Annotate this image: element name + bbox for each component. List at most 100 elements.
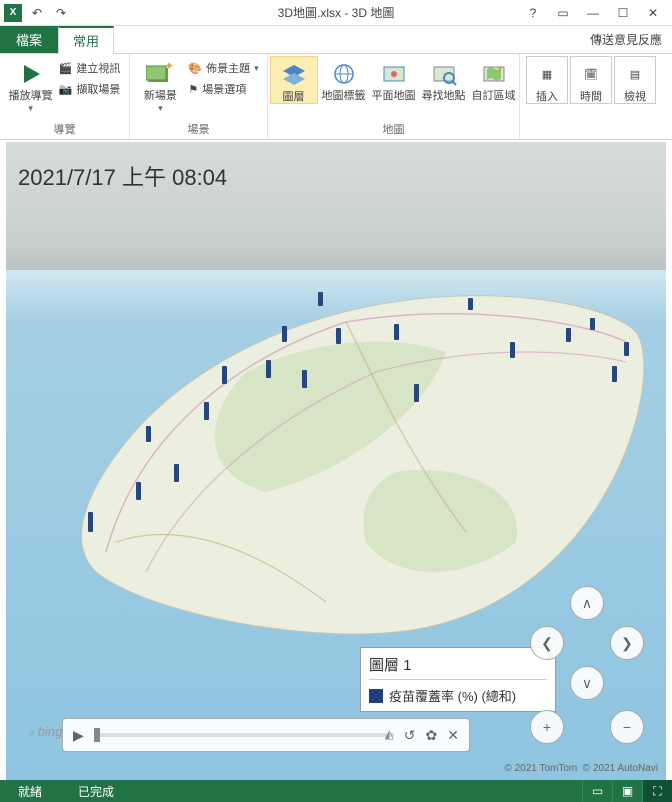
layer-button[interactable]: 圖層 [270, 56, 318, 104]
zoom-in-button[interactable]: + [530, 710, 564, 744]
custom-region-button[interactable]: + 自訂區域 [470, 56, 518, 102]
island-shape [46, 292, 656, 642]
feedback-link[interactable]: 傳送意見反應 [580, 26, 672, 53]
tab-file[interactable]: 檔案 [0, 26, 58, 53]
excel-logo-icon: X [4, 4, 22, 22]
legend-item: 疫苗覆蓋率 (%) (總和) [369, 686, 547, 705]
tilt-down-button[interactable]: ∨ [570, 666, 604, 700]
find-location-label: 尋找地點 [422, 90, 466, 102]
data-bar [266, 360, 271, 378]
svg-text:+: + [497, 64, 503, 75]
globe-label-icon [329, 60, 359, 88]
insert-button[interactable]: ▦ 插入 [526, 56, 568, 104]
timeline-thumb[interactable] [94, 728, 100, 742]
find-location-button[interactable]: 尋找地點 [420, 56, 468, 102]
time-label: 時間 [580, 91, 602, 103]
data-bar [222, 366, 227, 384]
data-bar [204, 402, 209, 420]
undo-button[interactable]: ↶ [28, 4, 46, 22]
insert-label: 插入 [536, 91, 558, 103]
data-bar [318, 292, 323, 306]
theme-icon: 🎨 [188, 62, 202, 75]
status-bar: 就緒 已完成 ▭ ▣ ⛶ [0, 780, 672, 802]
time-button[interactable]: 🗓 時間 [570, 56, 612, 104]
camera-icon: 📷 [59, 83, 73, 96]
chevron-down-icon: ▾ [28, 104, 33, 114]
view-mode-3-button[interactable]: ⛶ [642, 780, 672, 802]
region-icon: + [479, 60, 509, 88]
data-bar [566, 328, 571, 342]
create-video-button[interactable]: 🎬 建立視訊 [57, 59, 123, 77]
legend-panel[interactable]: ◢ 圖層 1 疫苗覆蓋率 (%) (總和) [360, 647, 556, 712]
view-label: 檢視 [624, 91, 646, 103]
ribbon-tabs: 檔案 常用 傳送意見反應 [0, 26, 672, 54]
data-bar [136, 482, 141, 500]
flat-map-label: 平面地圖 [372, 90, 416, 102]
new-scene-label: 新場景 [144, 90, 177, 102]
timeline-settings-button[interactable]: ✿ [426, 727, 438, 744]
chevron-down-icon: ▾ [158, 104, 163, 114]
tilt-up-button[interactable]: ∧ [570, 586, 604, 620]
scene-options-button[interactable]: ⚑ 場景選項 [186, 80, 260, 98]
capture-scene-button[interactable]: 📷 擷取場景 [57, 80, 123, 98]
rotate-right-button[interactable]: ❯ [610, 626, 644, 660]
view-mode-2-button[interactable]: ▣ [612, 780, 642, 802]
map-labels-button[interactable]: 地圖標籤 [320, 56, 368, 102]
new-scene-icon: ✦ [145, 60, 175, 88]
timeline-track[interactable]: ◭ [94, 733, 394, 737]
timestamp-label: 2021/7/17 上午 08:04 [18, 160, 227, 192]
ribbon-options-button[interactable]: ▭ [552, 4, 574, 22]
data-bar [336, 328, 341, 344]
capture-scene-label: 擷取場景 [76, 81, 120, 97]
custom-region-label: 自訂區域 [472, 90, 516, 102]
data-bar [174, 464, 179, 482]
group-label-map: 地圖 [274, 121, 513, 139]
timeline-close-button[interactable]: ✕ [447, 727, 459, 744]
tab-home[interactable]: 常用 [58, 26, 114, 54]
view-button[interactable]: ▤ 檢視 [614, 56, 656, 104]
status-done: 已完成 [60, 783, 132, 800]
rotate-left-button[interactable]: ❮ [530, 626, 564, 660]
find-icon [429, 60, 459, 88]
close-button[interactable]: ✕ [642, 4, 664, 22]
flat-map-icon [379, 60, 409, 88]
view-icon: ▤ [620, 61, 650, 89]
flat-map-button[interactable]: 平面地圖 [370, 56, 418, 102]
options-icon: ⚑ [188, 83, 198, 96]
redo-button[interactable]: ↷ [52, 4, 70, 22]
play-tour-button[interactable]: 播放導覽 ▾ [7, 56, 55, 114]
data-bar [510, 342, 515, 358]
status-ready: 就緒 [0, 783, 60, 800]
scene-theme-label: 佈景主題 [206, 60, 250, 76]
title-bar: X ↶ ↷ 3D地圖.xlsx - 3D 地圖 ? ▭ ― ☐ ✕ [0, 0, 672, 26]
scene-theme-button[interactable]: 🎨 佈景主題▾ [186, 59, 260, 77]
video-icon: 🎬 [59, 62, 73, 75]
play-icon [16, 60, 46, 88]
timeline-control: ▶ ◭ ↺ ✿ ✕ [62, 718, 470, 752]
view-mode-1-button[interactable]: ▭ [582, 780, 612, 802]
timeline-loop-button[interactable]: ↺ [404, 727, 416, 744]
maximize-button[interactable]: ☐ [612, 4, 634, 22]
data-bar [624, 342, 629, 356]
scene-options-label: 場景選項 [202, 81, 246, 97]
layer-icon [279, 61, 309, 89]
data-bar [590, 318, 595, 330]
data-bar [394, 324, 399, 340]
help-button[interactable]: ? [522, 4, 544, 22]
minimize-button[interactable]: ― [582, 4, 604, 22]
legend-swatch-icon [369, 689, 383, 703]
data-bar [468, 298, 473, 310]
data-bar [282, 326, 287, 342]
svg-text:✦: ✦ [164, 62, 174, 73]
new-scene-button[interactable]: ✦ 新場景 ▾ [136, 56, 184, 114]
create-video-label: 建立視訊 [76, 60, 120, 76]
bing-logo: ♭ bing [28, 724, 62, 740]
data-bar [302, 370, 307, 388]
map-viewport[interactable]: 2021/7/17 上午 08:04 ◢ 圖層 1 疫苗覆蓋率 (%) (總和)… [6, 142, 666, 780]
timeline-play-button[interactable]: ▶ [73, 727, 84, 744]
play-tour-label: 播放導覽 [9, 90, 53, 102]
data-bar [612, 366, 617, 382]
timeline-end-marker-icon: ◭ [385, 727, 394, 741]
zoom-out-button[interactable]: − [610, 710, 644, 744]
data-bar [88, 512, 93, 532]
